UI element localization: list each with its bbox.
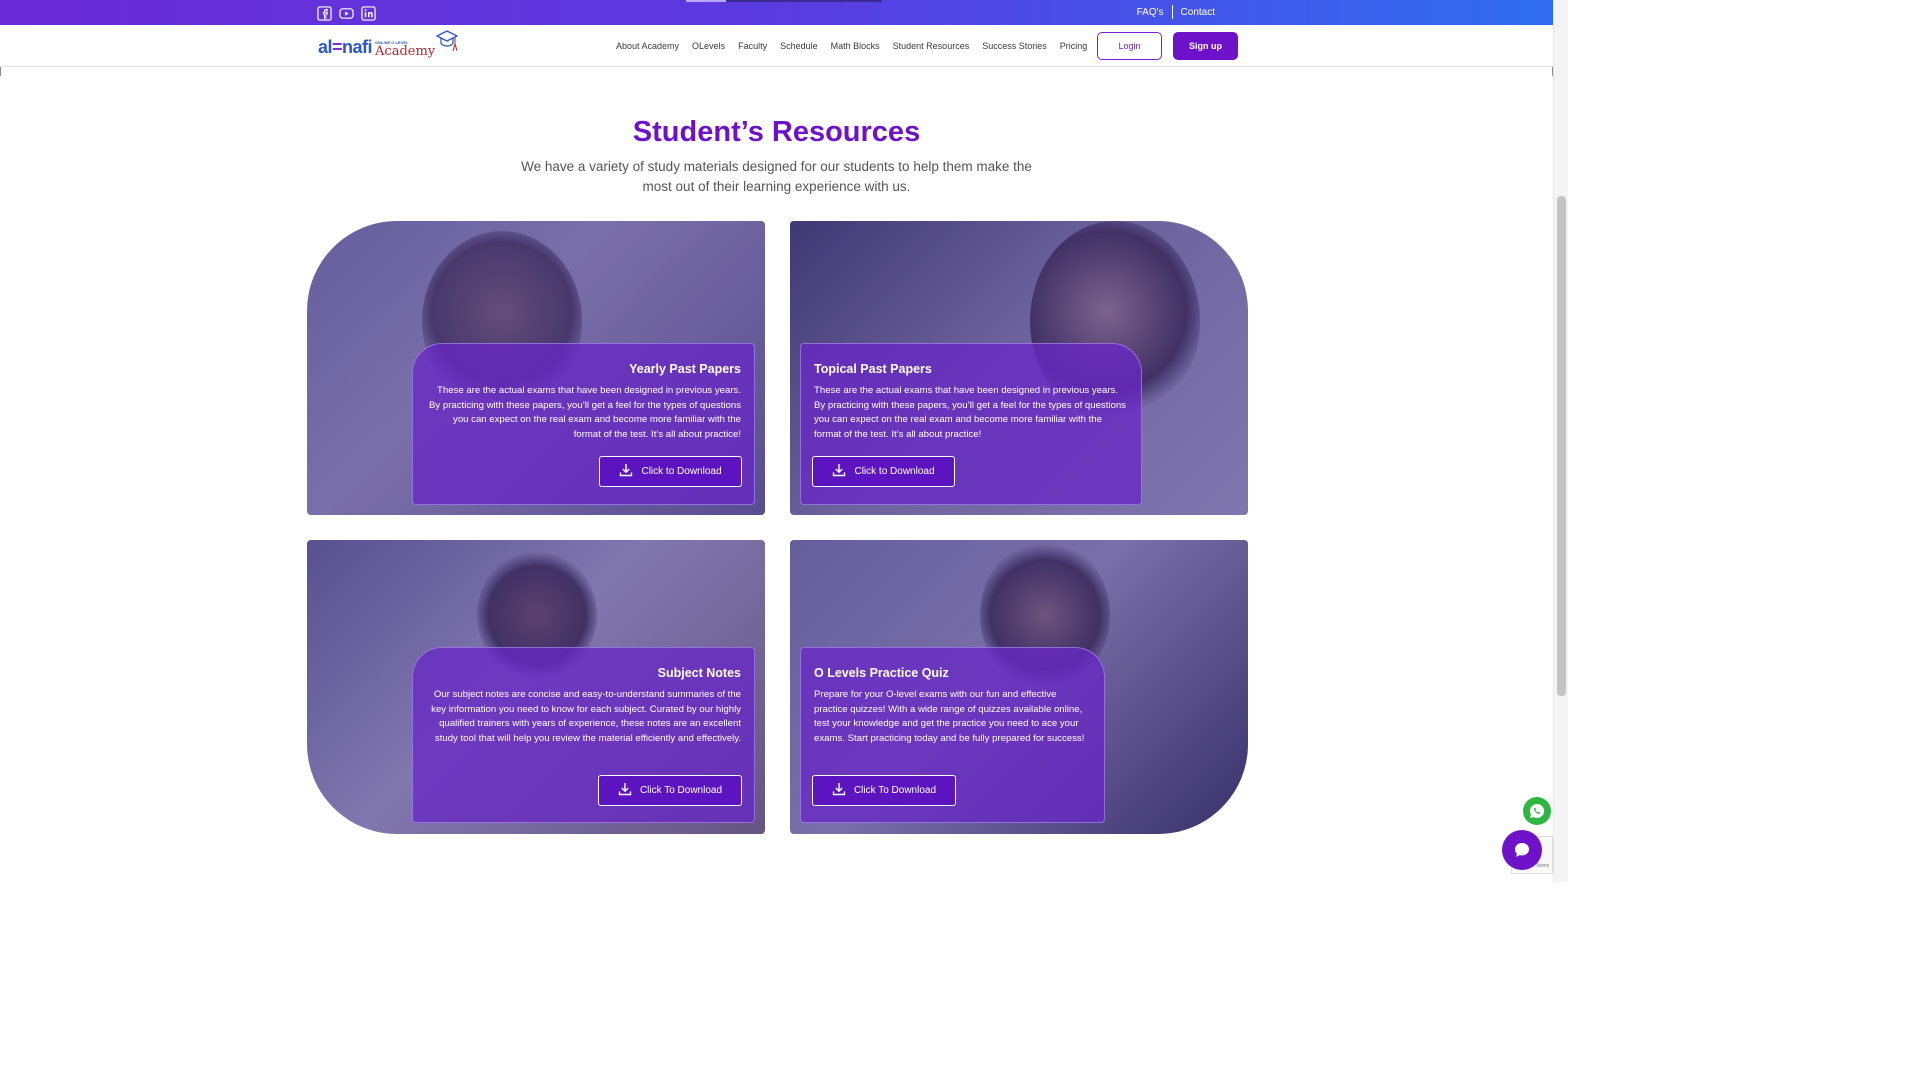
top-bar: FAQ's Contact xyxy=(0,0,1553,25)
download-icon xyxy=(832,463,846,480)
site-logo[interactable]: al=nafi ONLINE O LEVEL Academy xyxy=(318,29,459,59)
logo-wordmark: al=nafi xyxy=(318,37,373,57)
primary-menu: About Academy OLevels Faculty Schedule M… xyxy=(616,25,1087,67)
resource-card-topical-past-papers: Topical Past Papers These are the actual… xyxy=(790,221,1248,515)
whatsapp-icon[interactable] xyxy=(1523,797,1551,825)
linkedin-icon[interactable] xyxy=(360,5,376,21)
menu-faculty[interactable]: Faculty xyxy=(738,41,767,51)
card-title: Yearly Past Papers xyxy=(629,362,741,376)
menu-olevels[interactable]: OLevels xyxy=(692,41,725,51)
logo-subtext: ONLINE O LEVEL Academy xyxy=(375,41,436,59)
card-title: Subject Notes xyxy=(657,666,741,680)
download-icon xyxy=(618,782,632,799)
download-button[interactable]: Click To Download xyxy=(598,775,742,806)
menu-success-stories[interactable]: Success Stories xyxy=(982,41,1047,51)
section-title: Student’s Resources xyxy=(632,116,921,148)
menu-math-blocks[interactable]: Math Blocks xyxy=(831,41,880,51)
card-title: Topical Past Papers xyxy=(814,362,932,376)
menu-schedule[interactable]: Schedule xyxy=(780,41,818,51)
facebook-icon[interactable] xyxy=(316,5,332,21)
scroll-progress-indicator xyxy=(686,0,882,2)
card-title: O Levels Practice Quiz xyxy=(814,666,949,680)
login-button[interactable]: Login xyxy=(1097,32,1162,60)
download-button-label: Click to Download xyxy=(854,466,935,477)
menu-pricing[interactable]: Pricing xyxy=(1060,41,1088,51)
signup-button[interactable]: Sign up xyxy=(1173,32,1238,60)
youtube-icon[interactable] xyxy=(338,5,354,21)
graduation-cap-icon xyxy=(435,29,459,58)
resource-card-subject-notes: Subject Notes Our subject notes are conc… xyxy=(307,540,765,834)
menu-student-resources[interactable]: Student Resources xyxy=(893,41,970,51)
download-button[interactable]: Click to Download xyxy=(599,456,742,487)
download-button-label: Click to Download xyxy=(641,466,722,477)
divider xyxy=(0,67,1,76)
chat-icon[interactable] xyxy=(1502,830,1542,870)
top-links: FAQ's Contact xyxy=(1129,5,1223,19)
contact-link[interactable]: Contact xyxy=(1173,7,1223,18)
card-description: Prepare for your O-level exams with our … xyxy=(814,689,1085,744)
download-button[interactable]: Click To Download xyxy=(812,775,956,806)
download-button[interactable]: Click to Download xyxy=(812,456,955,487)
download-button-label: Click To Download xyxy=(853,785,937,796)
menu-about-academy[interactable]: About Academy xyxy=(616,41,679,51)
resource-card-practice-quiz: O Levels Practice Quiz Prepare for your … xyxy=(790,540,1248,834)
card-description: Our subject notes are concise and easy-t… xyxy=(431,689,741,744)
resource-card-yearly-past-papers: Yearly Past Papers These are the actual … xyxy=(307,221,765,515)
section-subtitle: We have a variety of study materials des… xyxy=(521,159,1032,194)
download-button-label: Click To Download xyxy=(639,785,723,796)
faq-link[interactable]: FAQ's xyxy=(1129,7,1172,18)
scrollbar-thumb[interactable] xyxy=(1557,196,1566,696)
page-scrollbar[interactable] xyxy=(1553,0,1568,882)
social-links xyxy=(316,5,376,21)
card-description: These are the actual exams that have bee… xyxy=(814,385,1126,440)
download-icon xyxy=(832,782,846,799)
logo-academy: Academy xyxy=(375,44,436,59)
download-icon xyxy=(619,463,633,480)
card-description: These are the actual exams that have bee… xyxy=(429,385,741,440)
main-navbar: al=nafi ONLINE O LEVEL Academy About Aca… xyxy=(0,25,1553,67)
